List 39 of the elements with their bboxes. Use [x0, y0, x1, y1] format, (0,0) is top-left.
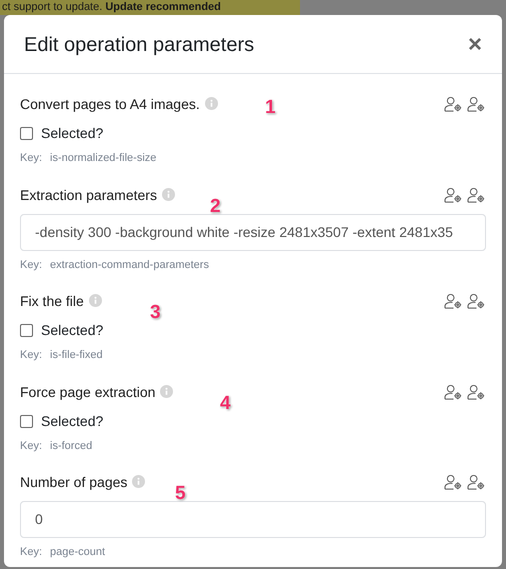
user-settings-icon[interactable]: [467, 384, 486, 400]
checkbox-label[interactable]: Selected?: [41, 320, 104, 341]
checkbox-label[interactable]: Selected?: [41, 123, 104, 144]
user-settings-icon[interactable]: [467, 474, 486, 491]
user-settings-icon[interactable]: [467, 293, 486, 310]
user-settings-icon[interactable]: [467, 96, 486, 113]
key-label: Key:: [20, 151, 42, 166]
checkbox[interactable]: [20, 127, 33, 140]
input-field[interactable]: 0: [20, 501, 486, 538]
close-button[interactable]: ×: [468, 33, 482, 57]
banner-text: ct support to update. Update recommended: [0, 0, 300, 15]
field-label: Number of pages: [20, 474, 128, 490]
key-label: Key:: [20, 438, 42, 454]
user-settings-icon[interactable]: [444, 96, 463, 113]
annotation-number: 4: [220, 392, 231, 416]
checkbox-label[interactable]: Selected?: [41, 410, 104, 432]
key-label: Key:: [20, 348, 42, 363]
field-label: Force page extraction: [20, 384, 156, 400]
key-label: Key:: [20, 258, 42, 272]
user-settings-icon[interactable]: [444, 474, 463, 491]
field-label: Extraction parameters: [20, 186, 157, 202]
user-settings-icon[interactable]: [444, 186, 463, 204]
annotation-number: 3: [150, 301, 161, 325]
annotation-number: 1: [265, 96, 276, 120]
user-settings-icon[interactable]: [444, 384, 463, 400]
user-settings-icon[interactable]: [444, 293, 463, 310]
key-value: extraction-command-parameters: [50, 258, 209, 272]
key-value: is-forced: [50, 438, 92, 454]
checkbox[interactable]: [20, 414, 33, 428]
checkbox[interactable]: [20, 324, 33, 337]
user-settings-icon[interactable]: [467, 186, 486, 204]
field-label: Convert pages to A4 images.: [20, 96, 200, 112]
key-value: is-file-fixed: [50, 348, 103, 363]
field-label: Fix the file: [20, 293, 84, 309]
input-field[interactable]: -density 300 -background white -resize 2481x3507 -extent 2481x35: [20, 214, 486, 250]
key-label: Key:: [20, 545, 42, 560]
key-value: page-count: [50, 545, 106, 560]
key-value: is-normalized-file-size: [50, 151, 156, 166]
modal-title: Edit operation parameters: [24, 33, 254, 57]
